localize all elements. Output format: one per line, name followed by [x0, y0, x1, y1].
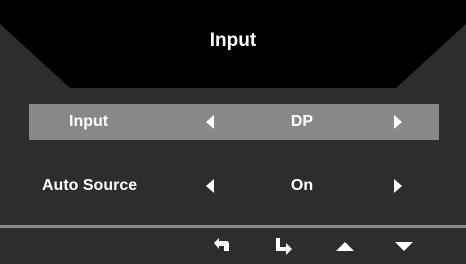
up-arrow-icon[interactable] [334, 235, 356, 257]
page-title: Input [209, 30, 257, 51]
menu-row-input[interactable]: Input DP [29, 104, 439, 140]
menu-row-value: On [290, 177, 314, 194]
left-arrow-icon[interactable] [206, 179, 214, 193]
right-arrow-icon[interactable] [394, 179, 402, 193]
menu-row-label: Input [69, 113, 109, 130]
return-icon[interactable] [211, 235, 233, 257]
osd-menu: Input Input DP Auto Source On [0, 0, 466, 264]
enter-icon[interactable] [273, 235, 295, 257]
menu-row-value: DP [290, 113, 314, 130]
left-arrow-icon[interactable] [206, 115, 214, 129]
down-arrow-icon[interactable] [393, 235, 415, 257]
footer-bar [0, 228, 466, 264]
menu-row-auto-source[interactable]: Auto Source On [29, 168, 439, 204]
right-arrow-icon[interactable] [394, 115, 402, 129]
menu-row-label: Auto Source [42, 177, 138, 194]
